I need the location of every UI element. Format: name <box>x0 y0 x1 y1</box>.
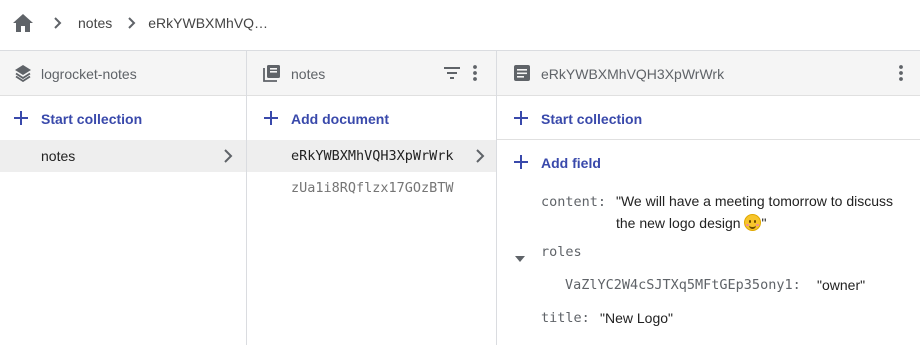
collection-label: notes <box>41 148 76 164</box>
layers-icon <box>14 64 32 83</box>
document-panel-header: eRkYWBXMhVQH3XpWrWrk <box>497 51 920 96</box>
field-content[interactable]: content: "We will have a meeting tomorro… <box>497 187 920 233</box>
add-document-label: Add document <box>291 111 389 127</box>
list-item-document[interactable]: zUa1i8RQflzx17GOzBTW <box>247 172 496 204</box>
field-key: title: <box>541 310 590 326</box>
field-value: "New Logo" <box>600 310 673 326</box>
field-roles-entry[interactable]: VaZlYC2W4cSJTXq5MFtGEp35ony1: "owner" <box>497 272 920 298</box>
field-key: roles <box>541 244 582 260</box>
add-field-label: Add field <box>541 155 601 171</box>
more-vert-icon[interactable] <box>897 64 905 82</box>
home-icon[interactable] <box>12 12 34 34</box>
field-value: "owner" <box>817 277 866 293</box>
document-id-label: zUa1i8RQflzx17GOzBTW <box>291 180 454 196</box>
list-item-collection[interactable]: notes <box>0 140 246 172</box>
breadcrumb-item-notes[interactable]: notes <box>78 15 112 31</box>
breadcrumb-item-document[interactable]: eRkYWBXMhVQ… <box>148 15 268 31</box>
add-field-button[interactable]: Add field <box>497 140 920 184</box>
data-panels: logrocket-notes Start collection notes n… <box>0 50 920 345</box>
plus-icon <box>13 110 29 126</box>
field-title[interactable]: title: "New Logo" <box>497 305 920 331</box>
field-key: content: <box>541 194 607 210</box>
plus-icon <box>263 110 279 126</box>
field-value-line: the new logo design <box>616 215 745 231</box>
field-value-quote: " <box>761 215 767 231</box>
document-panel: eRkYWBXMhVQH3XpWrWrk Start collection Ad… <box>497 51 920 345</box>
library-icon <box>263 64 281 82</box>
breadcrumb: notes eRkYWBXMhVQ… <box>0 0 920 46</box>
field-value-line: "We will have a meeting tomorrow to disc… <box>616 193 894 209</box>
documents-panel: notes Add document eRkYWBXMhVQH3XpWrWrk … <box>247 51 497 345</box>
document-id-label: eRkYWBXMhVQH3XpWrWrk <box>291 148 454 164</box>
chevron-right-icon <box>120 11 144 35</box>
arrow-drop-down-icon[interactable] <box>515 249 525 262</box>
more-vert-icon[interactable] <box>471 64 479 82</box>
list-item-document[interactable]: eRkYWBXMhVQH3XpWrWrk <box>247 140 496 172</box>
plus-icon <box>513 110 529 126</box>
chevron-right-icon <box>219 147 237 165</box>
plus-icon <box>513 154 529 170</box>
field-key: VaZlYC2W4cSJTXq5MFtGEp35ony1: <box>565 277 801 293</box>
start-collection-label: Start collection <box>41 111 143 127</box>
start-subcollection-button[interactable]: Start collection <box>497 96 920 140</box>
documents-panel-header: notes <box>247 51 496 96</box>
start-collection-label: Start collection <box>541 111 643 127</box>
field-roles[interactable]: roles <box>497 240 920 266</box>
document-icon <box>514 64 530 82</box>
chevron-right-icon <box>471 147 489 165</box>
panel-title: eRkYWBXMhVQH3XpWrWrk <box>541 66 725 82</box>
collections-panel-header: logrocket-notes <box>0 51 246 96</box>
chevron-right-icon <box>46 11 70 35</box>
field-value: "We will have a meeting tomorrow to disc… <box>616 190 916 234</box>
collections-panel: logrocket-notes Start collection notes <box>0 51 247 345</box>
start-collection-button[interactable]: Start collection <box>0 96 246 140</box>
smiling-face-icon <box>744 214 762 231</box>
panel-title: notes <box>291 66 326 82</box>
panel-title: logrocket-notes <box>41 66 137 82</box>
add-document-button[interactable]: Add document <box>247 96 496 140</box>
filter-icon[interactable] <box>443 65 461 81</box>
